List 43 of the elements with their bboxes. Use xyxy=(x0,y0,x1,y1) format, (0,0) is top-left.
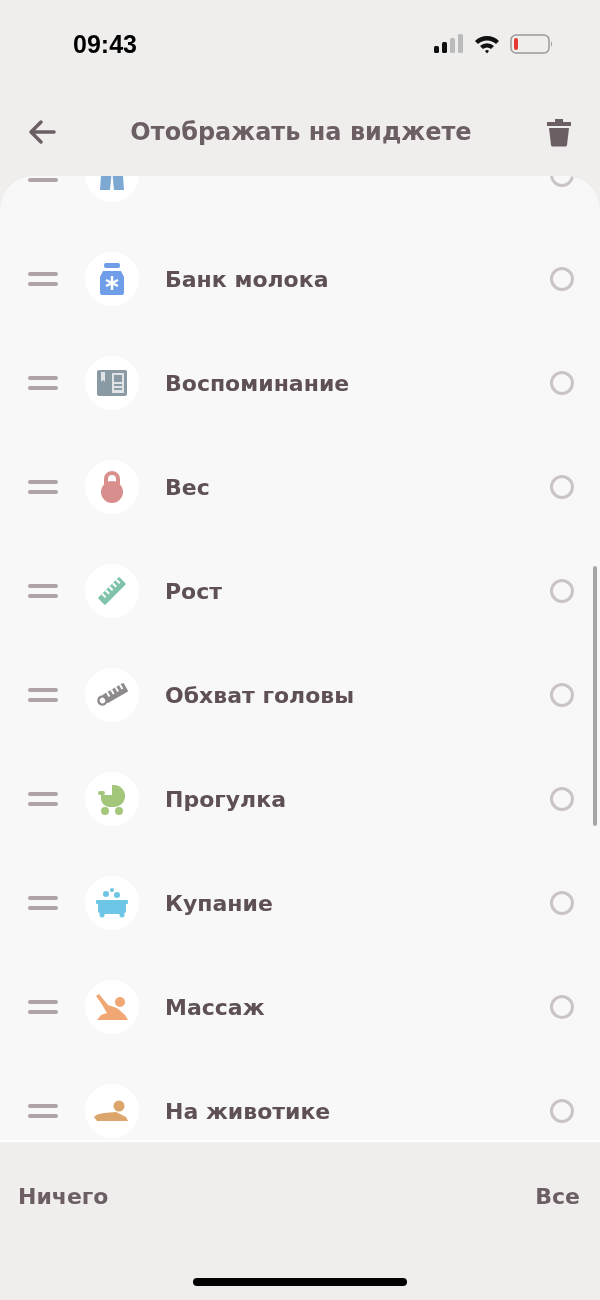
radio-button[interactable] xyxy=(550,891,574,915)
all-button[interactable]: Все xyxy=(535,1179,580,1213)
item-label: Вес xyxy=(165,474,211,500)
bathtub-icon xyxy=(96,888,128,918)
radio-button[interactable] xyxy=(550,787,574,811)
radio-button[interactable] xyxy=(550,683,574,707)
drag-handle-icon[interactable] xyxy=(28,687,58,703)
item-label: Купание xyxy=(165,890,274,916)
drag-handle-icon[interactable] xyxy=(28,895,58,911)
jar-icon xyxy=(100,263,124,295)
drag-handle-icon[interactable] xyxy=(28,271,58,287)
drag-handle-icon[interactable] xyxy=(28,583,58,599)
back-arrow-icon[interactable] xyxy=(28,119,56,145)
battery-icon xyxy=(510,33,554,55)
album-icon xyxy=(97,370,127,396)
drag-handle-icon[interactable] xyxy=(28,1103,58,1119)
item-label: Обхват головы xyxy=(165,682,356,708)
item-label: На животике xyxy=(165,1098,332,1124)
none-button[interactable]: Ничего xyxy=(18,1179,109,1213)
trash-icon[interactable] xyxy=(546,117,572,147)
status-time: 09:43 xyxy=(73,29,137,59)
radio-button[interactable] xyxy=(550,995,574,1019)
wifi-icon xyxy=(474,34,500,54)
radio-button[interactable] xyxy=(550,579,574,603)
drag-handle-icon[interactable] xyxy=(28,479,58,495)
screen-title: Отображать на виджете xyxy=(130,118,472,146)
item-label: Воспоминание xyxy=(165,370,351,396)
radio-button[interactable] xyxy=(550,371,574,395)
drag-handle-icon[interactable] xyxy=(28,791,58,807)
item-label: Банк молока xyxy=(165,266,330,292)
item-label: Массаж xyxy=(165,994,266,1020)
radio-button[interactable] xyxy=(550,475,574,499)
drag-handle-icon[interactable] xyxy=(28,375,58,391)
stroller-icon xyxy=(98,783,126,815)
item-label: Рост xyxy=(165,578,224,604)
crawling-baby-icon xyxy=(94,1099,130,1123)
drag-handle-icon[interactable] xyxy=(28,999,58,1015)
radio-button[interactable] xyxy=(550,1099,574,1123)
radio-button[interactable] xyxy=(550,267,574,291)
signal-icon xyxy=(434,34,464,54)
kettlebell-icon xyxy=(98,471,126,503)
item-label: Прогулка xyxy=(165,786,287,812)
baby-figure-icon xyxy=(95,993,129,1021)
